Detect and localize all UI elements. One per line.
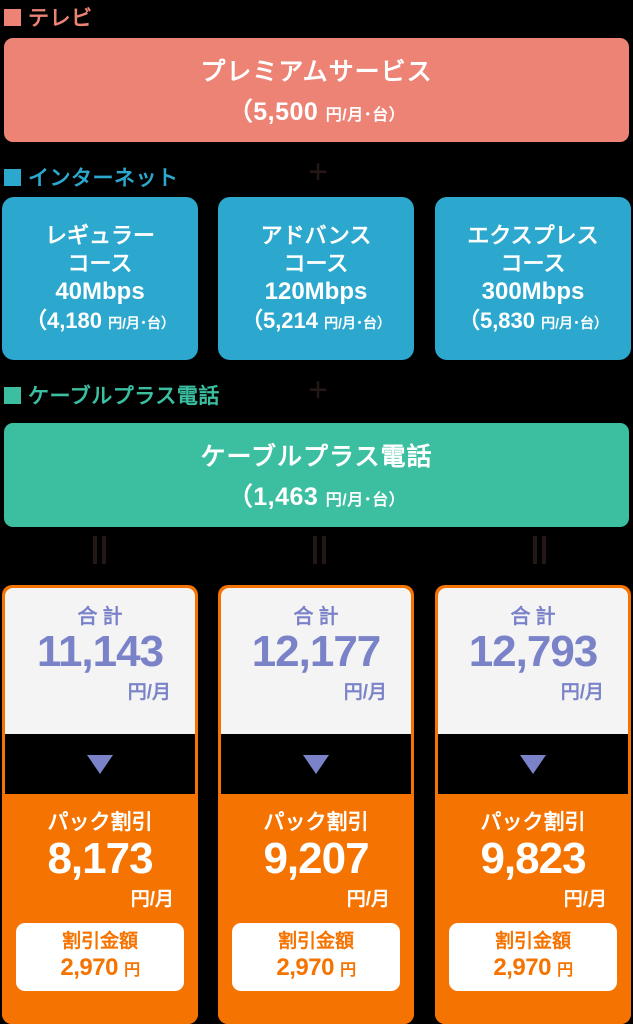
legend-internet-label: インターネット xyxy=(28,167,179,190)
legend-internet: インターネット xyxy=(4,162,179,192)
badge-label: 割引金額 xyxy=(494,931,571,953)
total-unit: 円/月 xyxy=(127,682,171,704)
course-speed: 40Mbps xyxy=(55,278,145,306)
course-name: アドバンス コース xyxy=(260,223,372,276)
discount-label: パック割引 xyxy=(480,811,586,834)
result-column-advance: 合計 12,177 円/月 パック割引 9,207 円/月 割引金額 2,970… xyxy=(218,585,414,1024)
course-price: （5,830 円/月･台） xyxy=(458,307,608,335)
internet-course-group: レギュラー コース 40Mbps （4,180 円/月･台） アドバンス コース 1… xyxy=(0,197,633,360)
course-price-unit: 円/月･台） xyxy=(108,315,176,332)
tv-service-title: プレミアムサービス xyxy=(200,58,433,86)
plus-operator-icon: + xyxy=(308,371,328,409)
down-arrow-icon xyxy=(87,754,113,774)
discount-amount-badge: 割引金額 2,970 円 xyxy=(16,923,184,992)
discount-amount-badge: 割引金額 2,970 円 xyxy=(232,923,400,992)
tv-service-box: プレミアムサービス （5,500 円/月･台） xyxy=(4,38,629,142)
result-column-express: 合計 12,793 円/月 パック割引 9,823 円/月 割引金額 2,970… xyxy=(435,585,631,1024)
result-columns: 合計 11,143 円/月 パック割引 8,173 円/月 割引金額 2,970… xyxy=(0,585,633,1024)
badge-value-wrap: 2,970 円 xyxy=(493,954,573,983)
discount-label: パック割引 xyxy=(47,811,153,834)
discount-card: パック割引 9,823 円/月 割引金額 2,970 円 xyxy=(435,794,631,1024)
result-column-regular: 合計 11,143 円/月 パック割引 8,173 円/月 割引金額 2,970… xyxy=(2,585,198,1024)
phone-service-box: ケーブルプラス電話 （1,463 円/月･台） xyxy=(4,423,629,527)
legend-swatch-phone-icon xyxy=(4,386,21,404)
internet-course-express: エクスプレス コース 300Mbps （5,830 円/月･台） xyxy=(435,197,631,360)
tv-service-price: （5,500 円/月･台） xyxy=(228,92,405,128)
legend-phone: ケーブルプラス電話 xyxy=(4,380,220,410)
badge-value: 2,970 xyxy=(493,954,551,982)
frame-right-edge xyxy=(195,734,198,794)
down-arrow-icon xyxy=(520,754,546,774)
frame-left-edge xyxy=(218,734,221,794)
total-value: 12,177 xyxy=(251,627,382,676)
course-price: （4,180 円/月･台） xyxy=(25,307,175,335)
arrow-gap xyxy=(2,734,198,794)
legend-tv-label: テレビ xyxy=(28,7,93,30)
badge-value: 2,970 xyxy=(60,954,118,982)
legend-swatch-internet-icon xyxy=(4,168,21,186)
course-speed: 120Mbps xyxy=(264,278,368,306)
phone-price-unit: 円/月･台） xyxy=(325,492,406,509)
plus-operator-icon: + xyxy=(308,153,328,191)
total-card: 合計 12,177 円/月 xyxy=(221,588,411,734)
badge-unit: 円 xyxy=(557,962,573,980)
equals-operator-icon xyxy=(308,536,330,564)
pricing-diagram: テレビ インターネット ケーブルプラス電話 + + プレミアムサービス （5,5… xyxy=(0,0,633,1024)
course-name: エクスプレス コース xyxy=(467,223,599,276)
phone-service-title: ケーブルプラス電話 xyxy=(200,443,433,471)
discount-unit: 円/月 xyxy=(563,889,607,911)
frame-right-edge xyxy=(411,734,414,794)
course-name: レギュラー コース xyxy=(44,223,155,276)
badge-value: 2,970 xyxy=(276,954,334,982)
course-price: （5,214 円/月･台） xyxy=(241,307,391,335)
discount-value: 9,207 xyxy=(263,834,369,883)
down-arrow-icon xyxy=(303,754,329,774)
arrow-gap xyxy=(218,734,414,794)
total-value: 12,793 xyxy=(468,627,599,676)
discount-unit: 円/月 xyxy=(130,889,174,911)
total-unit: 円/月 xyxy=(343,682,387,704)
discount-value: 9,823 xyxy=(480,834,586,883)
course-price-value: （5,214 xyxy=(240,308,319,334)
frame-left-edge xyxy=(2,734,5,794)
total-label: 合計 xyxy=(510,606,561,628)
total-value: 11,143 xyxy=(36,627,164,676)
tv-price-unit: 円/月･台） xyxy=(325,107,406,124)
phone-service-price: （1,463 円/月･台） xyxy=(228,477,405,513)
badge-unit: 円 xyxy=(340,962,356,980)
badge-unit: 円 xyxy=(124,962,140,980)
badge-value-wrap: 2,970 円 xyxy=(60,954,140,983)
frame-left-edge xyxy=(435,734,438,794)
course-price-unit: 円/月･台） xyxy=(324,315,392,332)
discount-card: パック割引 9,207 円/月 割引金額 2,970 円 xyxy=(218,794,414,1024)
internet-course-regular: レギュラー コース 40Mbps （4,180 円/月･台） xyxy=(2,197,198,360)
badge-label: 割引金額 xyxy=(277,931,354,953)
legend-phone-label: ケーブルプラス電話 xyxy=(28,385,220,408)
tv-price-value: （5,500 xyxy=(227,98,319,126)
course-price-value: （5,830 xyxy=(457,308,536,334)
total-card: 合計 11,143 円/月 xyxy=(5,588,195,734)
badge-label: 割引金額 xyxy=(61,931,138,953)
discount-value: 8,173 xyxy=(47,834,153,883)
total-card: 合計 12,793 円/月 xyxy=(438,588,628,734)
arrow-gap xyxy=(435,734,631,794)
phone-price-value: （1,463 xyxy=(227,483,319,511)
discount-label: パック割引 xyxy=(263,811,369,834)
course-price-value: （4,180 xyxy=(24,308,103,334)
course-price-unit: 円/月･台） xyxy=(541,315,609,332)
course-speed: 300Mbps xyxy=(481,278,585,306)
discount-card: パック割引 8,173 円/月 割引金額 2,970 円 xyxy=(2,794,198,1024)
total-unit: 円/月 xyxy=(560,682,604,704)
legend-swatch-tv-icon xyxy=(4,8,21,26)
discount-unit: 円/月 xyxy=(346,889,390,911)
internet-course-advance: アドバンス コース 120Mbps （5,214 円/月･台） xyxy=(218,197,414,360)
discount-amount-badge: 割引金額 2,970 円 xyxy=(449,923,617,992)
total-label: 合計 xyxy=(77,606,128,628)
total-label: 合計 xyxy=(293,606,344,628)
badge-value-wrap: 2,970 円 xyxy=(276,954,356,983)
equals-operator-icon xyxy=(528,536,550,564)
equals-operator-icon xyxy=(88,536,110,564)
legend-tv: テレビ xyxy=(4,2,93,32)
frame-right-edge xyxy=(628,734,631,794)
